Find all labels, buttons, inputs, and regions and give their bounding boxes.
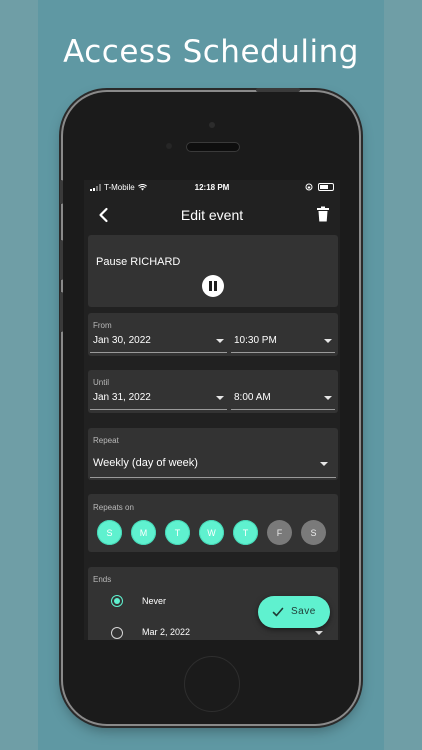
chevron-down-icon [216, 339, 224, 343]
chevron-down-icon [324, 339, 332, 343]
app-screen: T-Mobile 12:18 PM Edit event Pause RICHA… [84, 180, 340, 640]
until-time-value: 8:00 AM [234, 392, 271, 403]
pause-button[interactable] [202, 275, 224, 297]
check-icon [272, 607, 284, 617]
chevron-down-icon [320, 462, 328, 466]
until-card: Until Jan 31, 2022 8:00 AM [88, 370, 338, 413]
phone-home-button [184, 656, 240, 712]
until-label: Until [93, 378, 110, 387]
from-time-dropdown[interactable]: 10:30 PM [231, 330, 335, 353]
chevron-down-icon [315, 631, 323, 635]
pause-card: Pause RICHARD [88, 235, 338, 307]
proximity-sensor [166, 143, 172, 149]
phone-volume-up [60, 240, 63, 280]
day-monday-toggle[interactable]: M [131, 520, 156, 545]
until-time-dropdown[interactable]: 8:00 AM [231, 387, 335, 410]
page-title: Edit event [180, 207, 244, 223]
until-date-dropdown[interactable]: Jan 31, 2022 [90, 387, 227, 410]
battery-icon [318, 183, 334, 191]
chevron-down-icon [324, 396, 332, 400]
repeats-on-label: Repeats on [93, 503, 134, 512]
status-bar: T-Mobile 12:18 PM [84, 180, 340, 196]
weekday-selector: S M T W T F S [97, 520, 326, 545]
day-tuesday-toggle[interactable]: T [165, 520, 190, 545]
phone-volume-down [60, 292, 63, 332]
phone-power-button [256, 88, 300, 92]
ends-label: Ends [93, 575, 112, 584]
repeats-on-card: Repeats on S M T W T F S [88, 494, 338, 552]
status-time: 12:18 PM [194, 183, 230, 192]
repeat-value: Weekly (day of week) [93, 457, 198, 469]
ends-never-radio[interactable] [111, 595, 123, 607]
day-sunday-toggle[interactable]: S [97, 520, 122, 545]
pause-label: Pause RICHARD [96, 256, 181, 268]
ends-date-value: Mar 2, 2022 [142, 627, 191, 637]
day-thursday-toggle[interactable]: T [233, 520, 258, 545]
save-button[interactable]: Save [258, 596, 330, 628]
ends-on-date-radio[interactable] [111, 627, 123, 639]
promo-title: Access Scheduling [63, 34, 359, 70]
from-label: From [93, 321, 112, 330]
save-button-label: Save [291, 606, 316, 617]
app-bar: Edit event [84, 196, 340, 234]
from-time-value: 10:30 PM [234, 335, 277, 346]
orientation-lock-icon [305, 183, 313, 191]
repeat-card: Repeat Weekly (day of week) [88, 428, 338, 480]
earpiece-speaker [186, 142, 240, 152]
from-card: From Jan 30, 2022 10:30 PM [88, 313, 338, 356]
repeat-dropdown[interactable]: Weekly (day of week) [90, 451, 336, 478]
chevron-down-icon [216, 396, 224, 400]
day-friday-toggle[interactable]: F [267, 520, 292, 545]
from-date-dropdown[interactable]: Jan 30, 2022 [90, 330, 227, 353]
from-date-value: Jan 30, 2022 [93, 335, 151, 346]
ends-never-label: Never [142, 596, 167, 606]
day-wednesday-toggle[interactable]: W [199, 520, 224, 545]
phone-mute-switch [60, 180, 63, 204]
repeat-label: Repeat [93, 436, 119, 445]
until-date-value: Jan 31, 2022 [93, 392, 151, 403]
day-saturday-toggle[interactable]: S [301, 520, 326, 545]
front-camera [209, 122, 215, 128]
trash-icon[interactable] [314, 205, 332, 223]
